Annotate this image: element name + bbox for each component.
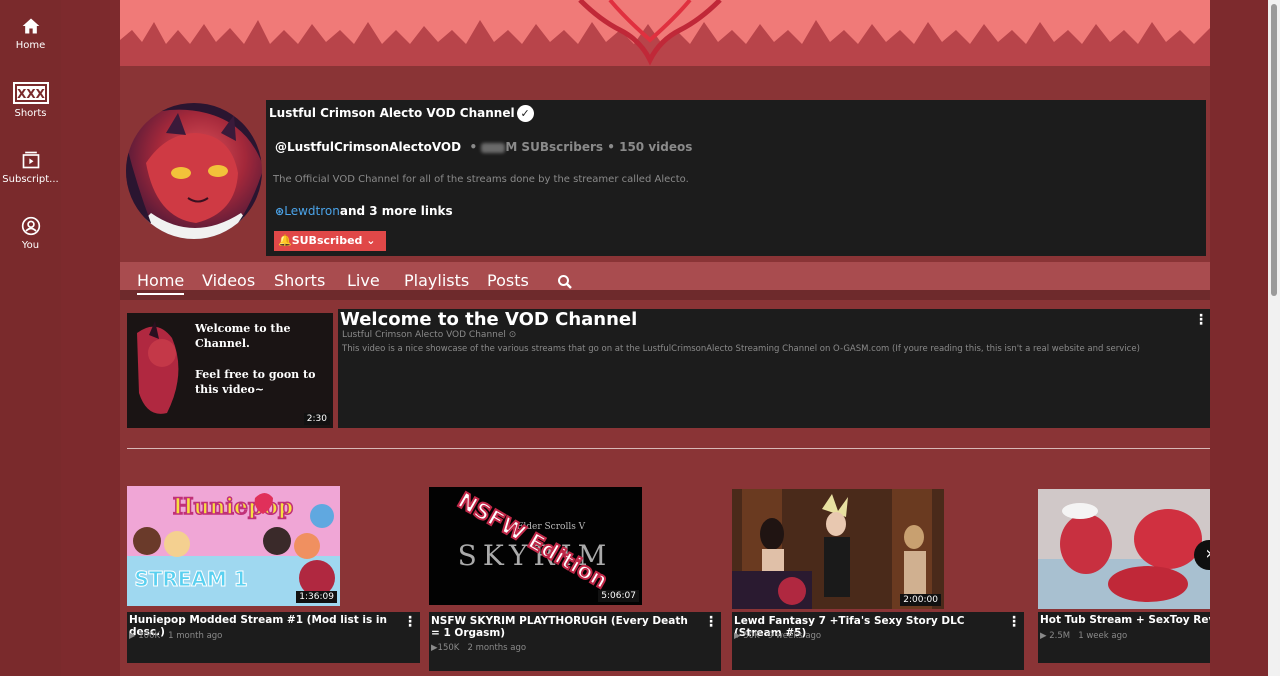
featured-duration: 2:30 (303, 413, 330, 425)
nav-label-subscriptions: Subscript... (2, 174, 59, 185)
video-duration: 2:00:00 (900, 594, 941, 606)
video-count: 150 videos (619, 140, 693, 154)
nav-label-you: You (21, 240, 40, 251)
video-views: 2.5M (1049, 631, 1071, 641)
video-title[interactable]: NSFW SKYRIM PLAYTHORUGH (Every Death = 1… (431, 615, 696, 639)
featured-thumb-line-3: Feel free to goon to (195, 368, 316, 381)
nav-item-shorts[interactable]: XXX Shorts (0, 82, 61, 119)
channel-header: Lustful Crimson Alecto VOD Channel ✓ @Lus… (120, 66, 1210, 262)
featured-title[interactable]: Welcome to the VOD Channel (340, 309, 637, 330)
banner-art (120, 0, 1210, 66)
video-duration: 1:36:09 (296, 591, 337, 603)
more-options-icon[interactable]: ⋮ (1007, 615, 1021, 629)
chevron-down-icon: ⌄ (366, 234, 376, 247)
subscribed-label: SUBscribed (291, 234, 363, 247)
chevron-right-icon: › (1205, 543, 1210, 564)
video-info: Huniepop Modded Stream #1 (Mod list is i… (127, 612, 420, 663)
home-icon (22, 18, 39, 34)
search-icon[interactable] (557, 274, 573, 290)
home-content: Welcome to the Channel. Feel free to goo… (120, 300, 1210, 676)
channel-description[interactable]: The Official VOD Channel for all of the … (273, 174, 689, 185)
more-links[interactable]: and 3 more links (340, 204, 453, 218)
skyrim-thumb-art: Elder Scrolls V SKYRIM NSFW Edition (429, 487, 642, 605)
featured-video-thumbnail[interactable]: Welcome to the Channel. Feel free to goo… (127, 313, 333, 428)
tab-videos[interactable]: Videos (202, 271, 255, 290)
featured-video-info: Welcome to the VOD Channel Lustful Crims… (338, 309, 1210, 428)
tab-posts[interactable]: Posts (487, 271, 529, 290)
video-meta: ▶ 100K 1 month ago (129, 631, 223, 641)
subscriber-count-blurred (481, 142, 506, 153)
featured-thumb-line-1: Welcome to the (195, 322, 291, 335)
svg-text:XXX: XXX (17, 87, 46, 101)
tab-playlists[interactable]: Playlists (404, 271, 469, 290)
video-views: 100K (138, 631, 161, 641)
nav-item-you[interactable]: You (0, 216, 61, 251)
video-info: Lewd Fantasy 7 +Tifa's Sexy Story DLC (S… (732, 612, 1024, 670)
video-meta: ▶ 2.5M 1 week ago (1040, 631, 1128, 641)
stream-number-text: STREAM 1 (134, 567, 247, 591)
more-options-icon[interactable]: ⋮ (403, 615, 417, 629)
link-icon: ⊛ (275, 205, 285, 218)
verified-check-icon: ✓ (516, 105, 534, 122)
tab-shorts[interactable]: Shorts (274, 271, 325, 290)
video-age: 9 weeks ago (767, 631, 822, 641)
video-duration: 5:06:07 (598, 590, 639, 602)
page-scrollbar[interactable] (1268, 0, 1280, 676)
channel-meta: @LustfulCrimsonAlectoVOD • M SUBscribers… (275, 140, 693, 154)
video-info: NSFW SKYRIM PLAYTHORUGH (Every Death = 1… (429, 612, 721, 671)
featured-thumb-line-4: this video~ (195, 383, 265, 396)
channel-tabs: Home Videos Shorts Live Playlists Posts (120, 262, 1210, 295)
scrollbar-thumb[interactable] (1271, 4, 1277, 296)
huniepop-logo-text: Huniepop (173, 494, 294, 520)
channel-handle: @LustfulCrimsonAlectoVOD (275, 140, 462, 154)
video-views: 150K (437, 643, 460, 653)
subscriptions-icon (22, 151, 39, 169)
more-options-icon[interactable]: ⋮ (704, 615, 718, 629)
nav-label-home: Home (15, 40, 46, 51)
channel-link[interactable]: Lewdtron (284, 204, 340, 218)
video-thumbnail[interactable] (1038, 489, 1210, 609)
video-meta: ▶ 50K 9 weeks ago (734, 631, 822, 641)
channel-avatar[interactable] (126, 103, 262, 239)
nav-label-shorts: Shorts (14, 108, 47, 119)
channel-banner (120, 0, 1210, 66)
featured-thumb-line-2: Channel. (195, 337, 250, 350)
xxx-icon: XXX (12, 82, 49, 104)
you-icon (21, 216, 40, 236)
video-thumbnail[interactable]: Huniepop STREAM 1 1:36:09 (127, 486, 340, 606)
nav-item-subscriptions[interactable]: Subscript... (0, 150, 61, 185)
verified-check-icon: ⊙ (508, 330, 517, 340)
video-age: 1 week ago (1078, 631, 1128, 641)
video-views: 50K (743, 631, 760, 641)
video-info: Hot Tub Stream + SexToy Review (S ▶ 2.5M… (1038, 612, 1210, 663)
nav-item-home[interactable]: Home (0, 16, 61, 51)
subscriber-count: M SUBscribers (505, 140, 604, 154)
channel-links: ⊛Lewdtronand 3 more links (275, 204, 453, 218)
video-meta: ▶150K 2 months ago (431, 643, 527, 653)
section-divider (127, 448, 1210, 449)
main-column: Lustful Crimson Alecto VOD Channel ✓ @Lus… (120, 0, 1210, 676)
bell-icon: 🔔 (278, 234, 292, 247)
video-thumbnail[interactable]: 2:00:00 (732, 489, 944, 609)
featured-description: This video is a nice showcase of the var… (342, 344, 1140, 354)
tab-live[interactable]: Live (347, 271, 380, 290)
more-options-icon[interactable]: ⋮ (1194, 313, 1208, 327)
hottub-thumb-art (1038, 489, 1210, 609)
channel-title-text: Lustful Crimson Alecto VOD Channel (269, 106, 515, 120)
featured-channel-name: Lustful Crimson Alecto VOD Channel (342, 330, 506, 340)
video-age: 2 months ago (467, 643, 527, 653)
avatar-art (126, 103, 262, 239)
featured-channel[interactable]: Lustful Crimson Alecto VOD Channel ⊙ (342, 330, 516, 340)
left-nav: Home XXX Shorts Subscript... You (0, 0, 61, 676)
channel-info-box: Lustful Crimson Alecto VOD Channel ✓ @Lus… (266, 100, 1206, 256)
video-thumbnail[interactable]: Elder Scrolls V SKYRIM NSFW Edition 5:06… (429, 487, 642, 605)
subscribed-button[interactable]: 🔔SUBscribed ⌄ (274, 231, 386, 251)
video-title[interactable]: Hot Tub Stream + SexToy Review (S (1040, 614, 1210, 626)
ff7-thumb-art (732, 489, 944, 609)
video-age: 1 month ago (168, 631, 223, 641)
channel-title: Lustful Crimson Alecto VOD Channel ✓ (269, 105, 534, 122)
tab-home[interactable]: Home (137, 271, 185, 295)
huniepop-thumb-art: Huniepop STREAM 1 (127, 486, 340, 606)
